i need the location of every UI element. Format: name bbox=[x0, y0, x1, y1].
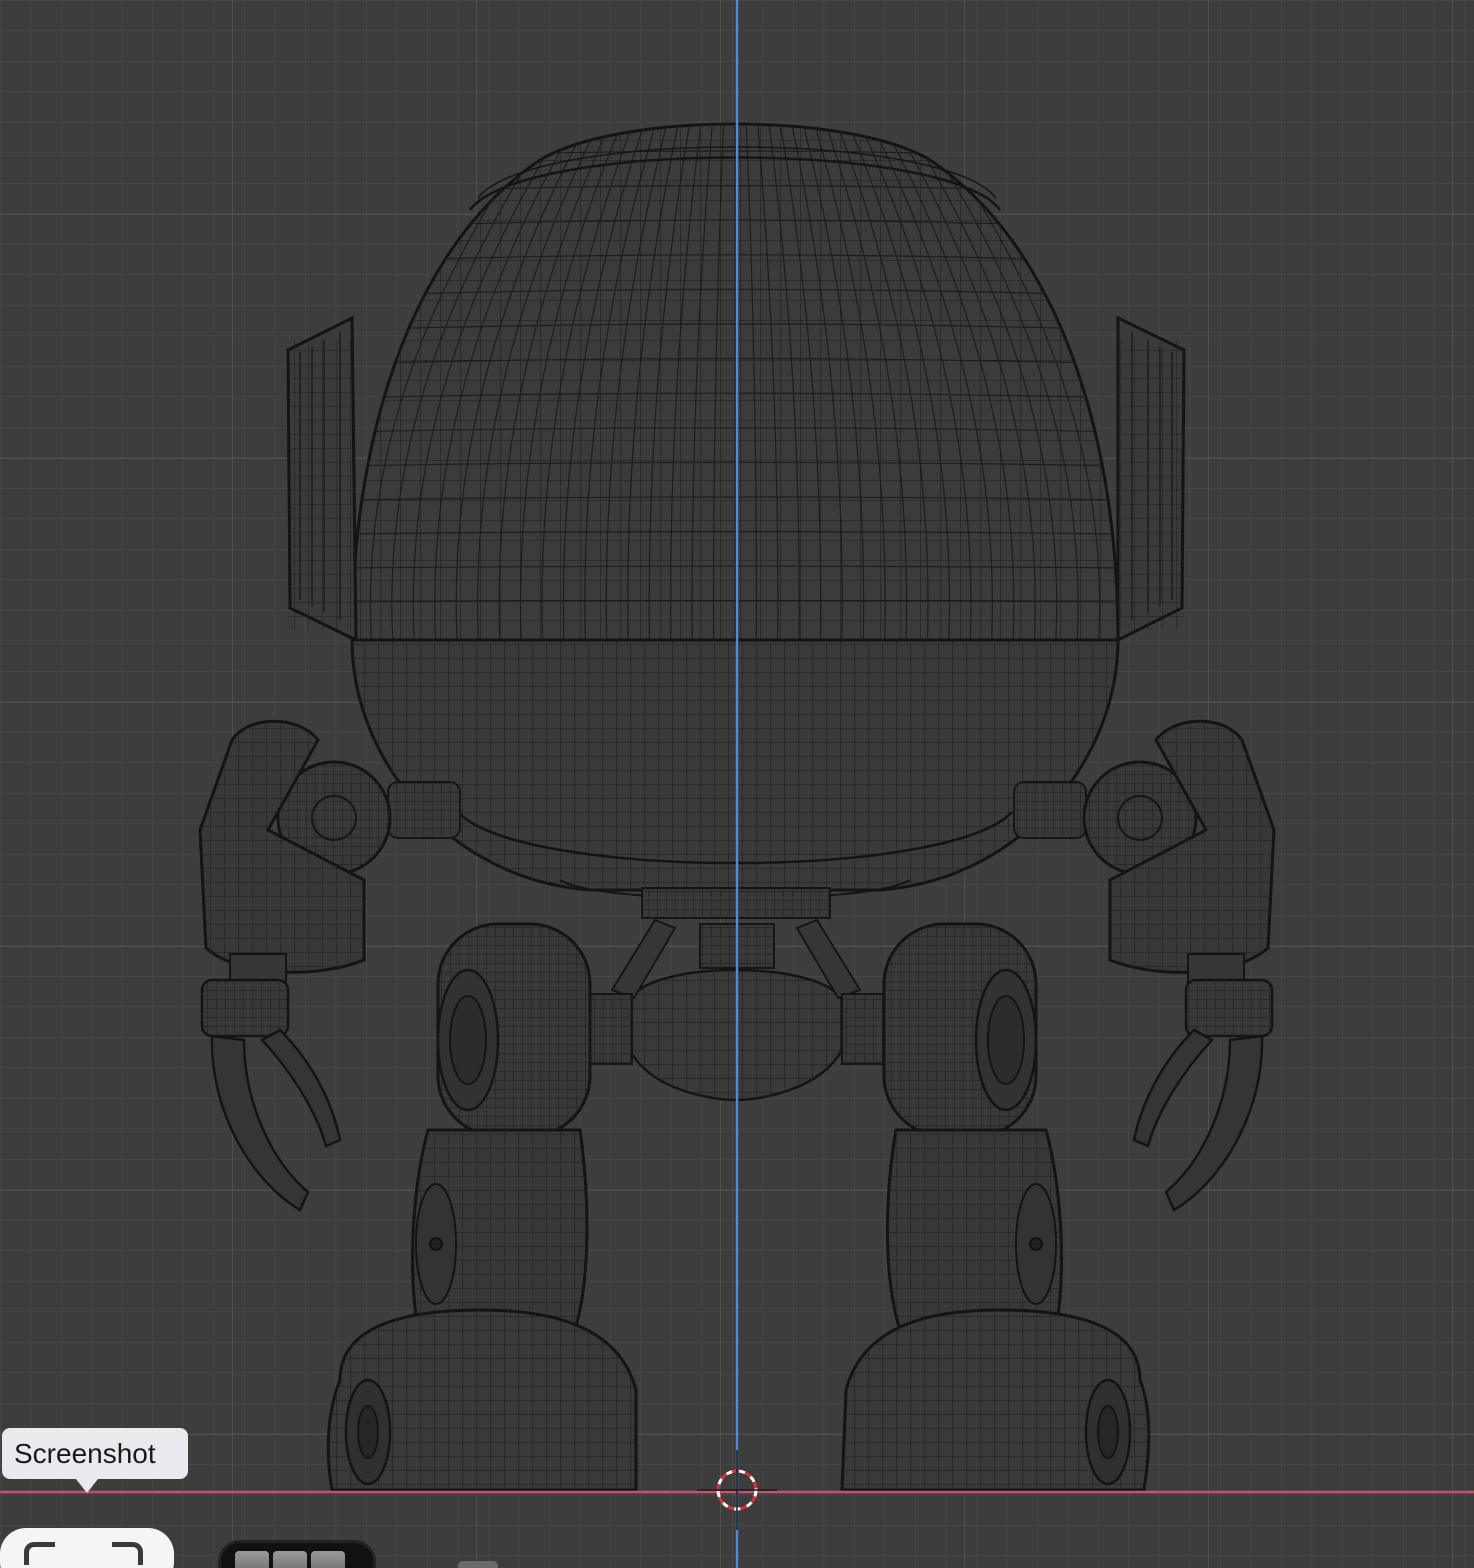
tooltip-label: Screenshot bbox=[14, 1438, 156, 1469]
robot-ear-left bbox=[286, 315, 358, 643]
screenshot-tool-button[interactable] bbox=[0, 1528, 174, 1568]
thumbnail-1[interactable] bbox=[235, 1551, 269, 1568]
3d-viewport[interactable]: Screenshot bbox=[0, 0, 1474, 1568]
robot-hip-wheel-right bbox=[882, 922, 1038, 1138]
drag-handle[interactable] bbox=[458, 1561, 498, 1568]
robot-hip-wheel-left bbox=[436, 922, 592, 1138]
screenshot-thumbnail-strip[interactable] bbox=[218, 1540, 376, 1568]
screenshot-tooltip: Screenshot bbox=[2, 1428, 188, 1479]
thumbnail-3[interactable] bbox=[311, 1551, 345, 1568]
wireframe-scene bbox=[0, 0, 1474, 1568]
tooltip-arrow bbox=[76, 1479, 98, 1493]
thumbnail-2[interactable] bbox=[273, 1551, 307, 1568]
robot-ear-right bbox=[1116, 315, 1186, 643]
